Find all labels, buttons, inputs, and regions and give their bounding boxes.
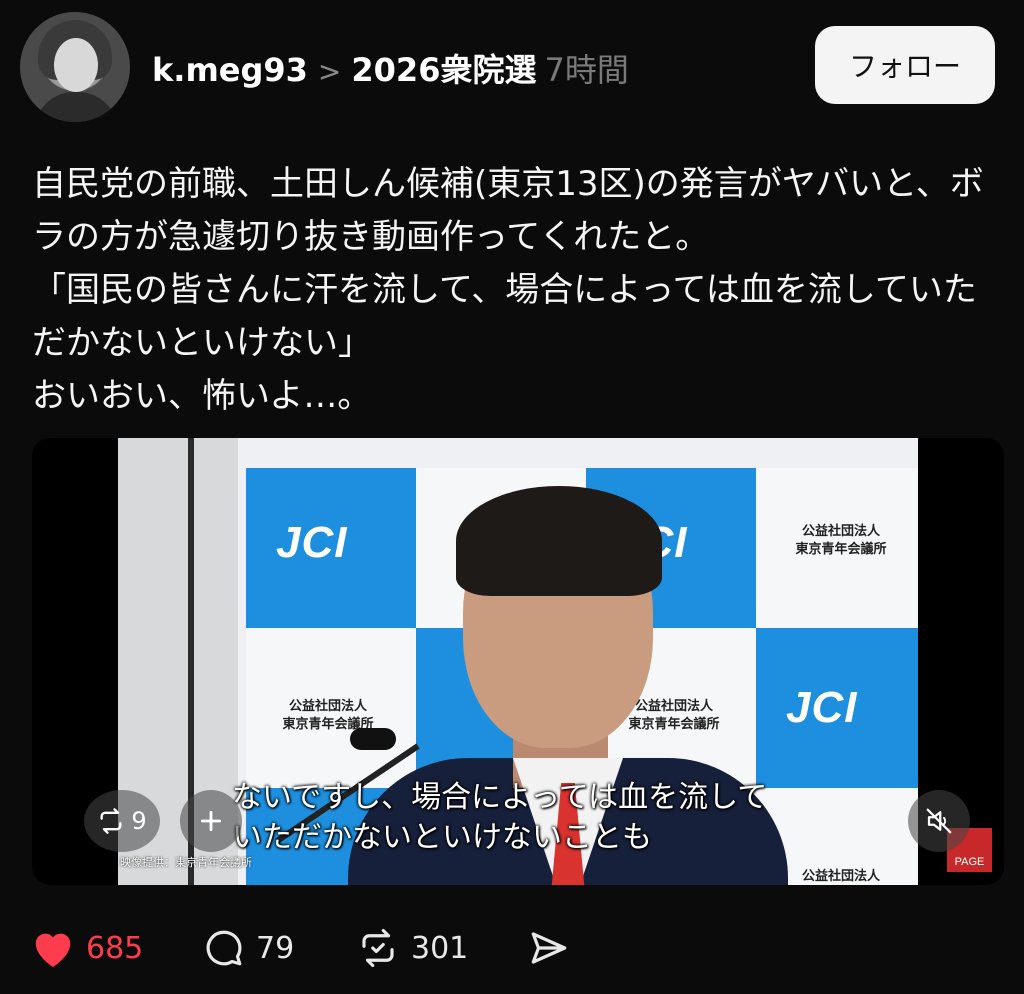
subtitle-line: いただかないといけないことも (232, 820, 652, 855)
video-player[interactable]: JCI JCI 公益社団法人 東京青年会議所 公益社団法人 東京青年会議所 公益… (32, 438, 1004, 885)
post-meta: k.meg93 >2026衆院選 7時間 (152, 48, 629, 94)
org-line: 公益社団法人 (801, 524, 880, 539)
topic-tag-link[interactable]: 2026衆院選 (351, 51, 536, 89)
org-line: 公益社団法人 (634, 699, 713, 714)
post-body: 自民党の前職、土田しん候補(東京13区)の発言がヤバいと、ボラの方が急遽切り抜き… (32, 158, 992, 423)
subtitle-line: ないですし、場合によっては血を流して (232, 780, 768, 815)
repost-button[interactable]: 301 (355, 920, 468, 976)
org-name: 公益社団法人 (801, 869, 880, 884)
avatar-face (54, 38, 98, 92)
share-button[interactable] (526, 920, 572, 976)
like-count: 685 (86, 930, 144, 966)
speaker-muted-icon (926, 808, 952, 834)
post-line: 「国民の皆さんに汗を流して、場合によっては血を流していただかないといけない」 (32, 270, 977, 363)
video-credit: 映像提供：東京青年会議所 (120, 856, 252, 869)
mute-button[interactable] (908, 790, 970, 852)
chevron-right-icon: > (317, 55, 342, 88)
heart-icon (35, 933, 71, 968)
post-actions: 685 79 301 (30, 920, 1010, 976)
post-line: 自民党の前職、土田しん候補(東京13区)の発言がヤバいと、ボラの方が急遽切り抜き… (32, 164, 984, 257)
backdrop-tile: 公益社団法人 東京青年会議所 (756, 468, 918, 628)
comment-bubble-icon (206, 930, 242, 966)
video-subtitle: ないですし、場合によっては血を流して いただかないといけないことも (232, 778, 872, 858)
org-line: 東京青年会議所 (628, 717, 720, 732)
microphone (350, 728, 396, 750)
post-header: k.meg93 >2026衆院選 7時間 フォロー (0, 0, 1024, 130)
org-name: 公益社団法人 東京青年会議所 (786, 523, 896, 559)
comment-button[interactable]: 79 (202, 920, 294, 976)
jci-logo: JCI (786, 683, 858, 732)
speaker-hair (456, 486, 662, 596)
username-link[interactable]: k.meg93 (152, 51, 308, 89)
send-icon (531, 932, 567, 964)
avatar-body (34, 92, 118, 122)
repost-icon (100, 808, 122, 834)
comment-count: 79 (256, 930, 295, 966)
jci-logo: JCI (276, 518, 348, 567)
repost-icon (362, 928, 394, 968)
backdrop-tile: JCI (756, 628, 918, 788)
plus-icon (200, 810, 222, 832)
video-repost-count: 9 (131, 807, 147, 835)
video-repost-button[interactable]: 9 (84, 790, 160, 852)
follow-button[interactable]: フォロー (815, 26, 995, 104)
avatar[interactable] (20, 12, 130, 122)
org-line: 公益社団法人 (288, 699, 367, 714)
like-button[interactable]: 685 (30, 920, 143, 976)
backdrop-tile: JCI (246, 468, 416, 628)
repost-count: 301 (411, 930, 469, 966)
post-line: おいおい、怖いよ…。 (32, 376, 372, 416)
post-timestamp: 7時間 (544, 51, 629, 89)
video-add-button[interactable] (180, 790, 242, 852)
org-line: 東京青年会議所 (795, 542, 887, 557)
